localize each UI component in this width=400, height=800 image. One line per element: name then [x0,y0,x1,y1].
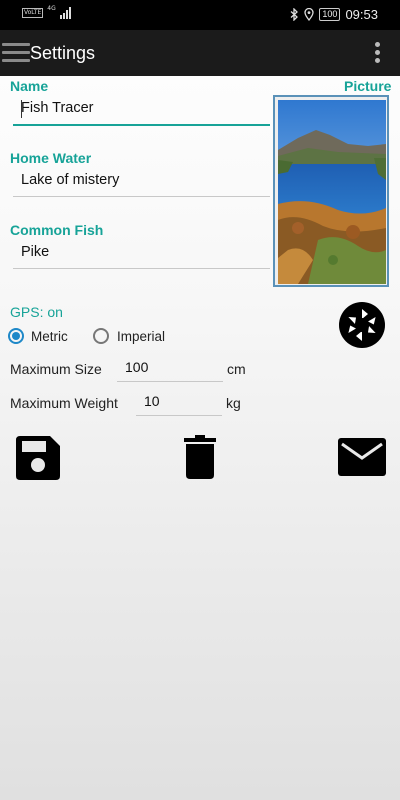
picture-frame[interactable] [273,95,389,287]
location-icon [304,8,315,21]
page-title: Settings [30,43,96,63]
maximum-weight-unit: kg [226,395,241,411]
picture-label: Picture [344,78,392,94]
status-left: VoLTE 4G [22,4,72,19]
network-type: 4G [47,4,56,12]
volte-badge: VoLTE [22,8,44,18]
save-icon[interactable] [16,436,60,480]
hamburger-menu-icon[interactable] [2,43,30,63]
name-input-value: Fish Tracer [21,100,94,116]
signal-icon [59,7,71,19]
lake-landscape-picture [278,100,386,284]
maximum-size-unit: cm [227,361,246,377]
home-water-label: Home Water [10,150,92,166]
camera-shutter-icon[interactable] [338,301,386,349]
gps-status: GPS: on [10,304,63,320]
name-input[interactable]: Fish Tracer [13,98,270,126]
status-time: 09:53 [345,7,378,22]
app-bar: Settings [0,30,400,76]
metric-radio[interactable] [8,328,24,344]
maximum-size-input[interactable]: 100 [117,357,223,382]
status-right: 100 09:53 [290,7,378,22]
imperial-radio[interactable] [93,328,109,344]
bluetooth-icon [290,8,299,21]
maximum-weight-label: Maximum Weight [10,395,118,411]
battery-indicator: 100 [319,8,341,21]
common-fish-label: Common Fish [10,222,104,238]
status-bar: VoLTE 4G 100 09:53 [0,0,400,30]
home-water-input[interactable]: Lake of mistery [13,170,270,197]
imperial-label[interactable]: Imperial [117,329,165,344]
maximum-weight-value: 10 [144,393,160,409]
maximum-size-label: Maximum Size [10,361,102,377]
mail-icon[interactable] [338,438,386,476]
name-label: Name [10,78,49,94]
delete-icon[interactable] [184,435,216,479]
metric-label[interactable]: Metric [31,329,68,344]
maximum-weight-input[interactable]: 10 [136,391,222,416]
common-fish-input[interactable]: Pike [13,242,270,269]
home-water-input-value: Lake of mistery [21,172,120,188]
overflow-menu-icon[interactable] [372,42,382,64]
maximum-size-value: 100 [125,359,149,375]
common-fish-input-value: Pike [21,244,50,260]
